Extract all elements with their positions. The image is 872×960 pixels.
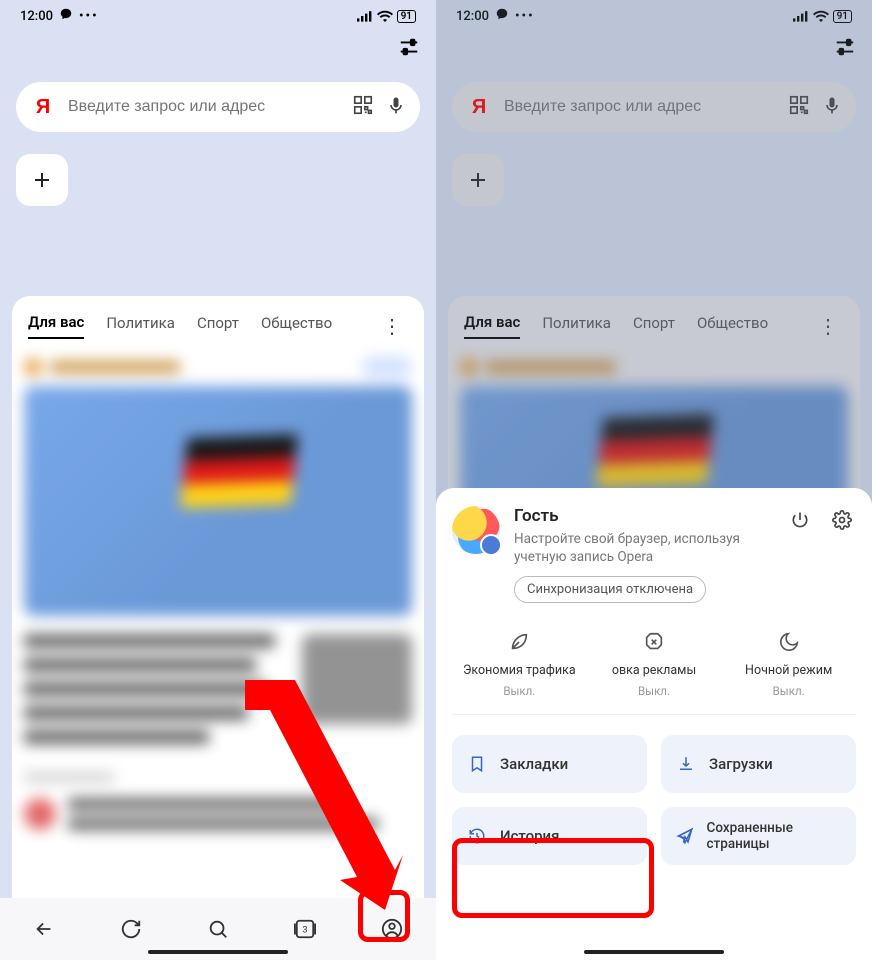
svg-text:3: 3 [303,926,308,936]
sliders-icon[interactable] [398,36,420,62]
back-button[interactable] [24,909,64,949]
tile-bookmarks[interactable]: Закладки [452,735,647,793]
profile-description: Настройте свой браузер, используя учетну… [514,530,772,566]
search-bar[interactable]: Я [16,82,420,132]
moon-icon [774,627,804,657]
shield-x-icon [639,627,669,657]
chat-icon [59,7,73,25]
tab-society[interactable]: Общество [261,314,332,338]
reload-button[interactable] [111,909,151,949]
tab-sports[interactable]: Спорт [197,314,239,338]
mode-ad-block[interactable]: овка рекламы Выкл. [594,627,714,698]
plane-icon [675,827,695,845]
search-input[interactable] [68,98,340,116]
battery-icon: 91 [397,10,416,23]
home-indicator [584,950,724,954]
profile-button[interactable] [372,909,412,949]
right-screenshot: 12:00 ••• 91 Я Д [436,0,872,960]
signal-icon [357,10,373,22]
profile-sheet: Гость Настройте свой браузер, используя … [436,488,872,960]
sync-status-button[interactable]: Синхронизация отключена [514,576,706,603]
tile-history[interactable]: История [452,807,647,865]
tile-downloads[interactable]: Загрузки [661,735,856,793]
mode-data-savings[interactable]: Экономия трафика Выкл. [459,627,579,698]
settings-icon[interactable] [828,506,856,534]
tile-saved-pages[interactable]: Сохраненные страницы [661,807,856,865]
history-icon [466,827,488,845]
wifi-icon [377,10,393,22]
home-indicator [148,950,288,954]
yandex-logo-icon: Я [30,94,56,120]
search-button[interactable] [198,909,238,949]
profile-name: Гость [514,506,772,526]
leaf-icon [504,627,534,657]
bookmark-icon [466,755,488,773]
download-icon [675,755,697,773]
left-screenshot: 12:00 ••• 91 Я Д [0,0,436,960]
feed-content-blurred [12,352,424,830]
news-feed: Для вас Политика Спорт Общество ⋮ [12,296,424,960]
tab-for-you[interactable]: Для вас [28,313,84,339]
avatar[interactable] [452,506,500,554]
clock: 12:00 [20,9,53,24]
status-bar: 12:00 ••• 91 [0,0,436,32]
mic-icon[interactable] [386,95,406,119]
qr-icon[interactable] [352,94,374,120]
tabs-button[interactable]: 3 [285,909,325,949]
add-tile-button[interactable] [16,154,68,206]
tabs-menu-icon[interactable]: ⋮ [376,310,408,342]
more-icon: ••• [79,9,99,24]
power-icon[interactable] [786,506,814,534]
mode-night[interactable]: Ночной режим Выкл. [729,627,849,698]
tab-politics[interactable]: Политика [106,314,175,338]
